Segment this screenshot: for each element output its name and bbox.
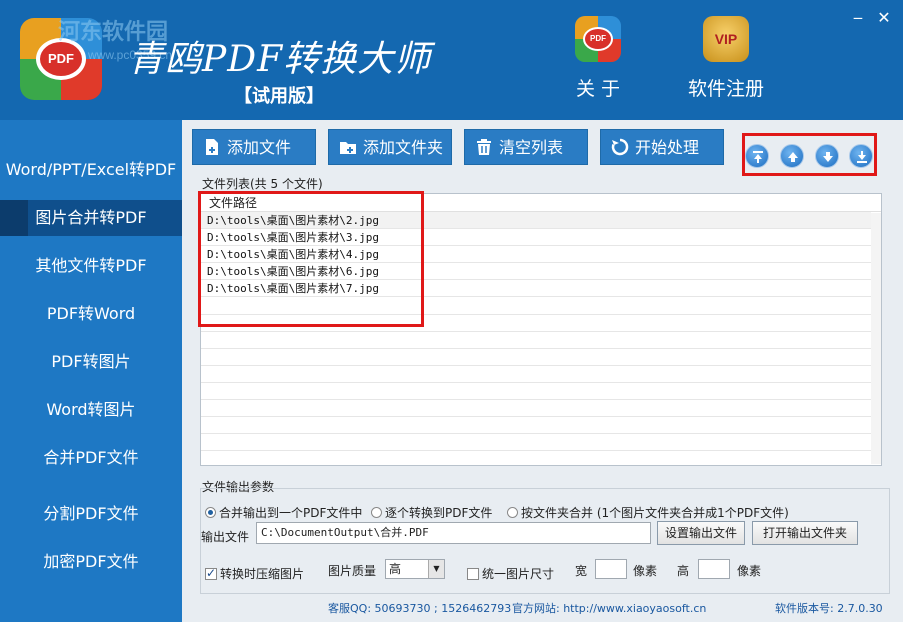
refresh-icon: [611, 138, 629, 156]
chevron-down-icon: ▼: [428, 560, 444, 578]
compress-checkbox[interactable]: 转换时压缩图片: [205, 565, 304, 582]
sidebar-item-pdf-to-word[interactable]: PDF转Word: [0, 296, 182, 332]
start-process-label: 开始处理: [635, 138, 700, 157]
quality-label: 图片质量: [328, 564, 377, 578]
width-input[interactable]: [595, 559, 627, 579]
add-file-button[interactable]: 添加文件: [192, 129, 316, 165]
sidebar-item-label: Word转图片: [46, 400, 136, 419]
trash-icon: [477, 139, 491, 155]
sidebar-item-label: PDF转Word: [46, 304, 136, 323]
order-controls: [742, 133, 877, 176]
checkbox-box: [205, 566, 217, 580]
add-file-label: 添加文件: [227, 138, 292, 157]
sidebar-item-pdf-to-image[interactable]: PDF转图片: [0, 344, 182, 380]
register-button[interactable]: VIP 软件注册: [676, 16, 776, 108]
add-folder-icon: [340, 142, 356, 154]
move-top-icon: [753, 151, 763, 163]
height-label: 高: [677, 564, 690, 578]
app-edition: 【试用版】: [234, 86, 324, 107]
clear-list-button[interactable]: 清空列表: [464, 129, 588, 165]
checkbox-box: [467, 568, 479, 580]
pdf-logo-icon: PDF: [575, 16, 621, 62]
register-label: 软件注册: [687, 78, 764, 100]
sidebar-item-other-to-pdf[interactable]: 其他文件转PDF: [0, 248, 182, 284]
unify-size-label: 统一图片尺寸: [482, 567, 555, 581]
close-button[interactable]: ✕: [874, 8, 894, 27]
sidebar-item-word-to-image[interactable]: Word转图片: [0, 392, 182, 428]
clear-list-label: 清空列表: [499, 138, 564, 157]
arrow-down-icon: [823, 152, 833, 162]
title-bar: PDF 河东软件园 www.pc0359.cn 青鸥PDF转换大师 【试用版】 …: [0, 0, 903, 120]
add-folder-label: 添加文件夹: [363, 138, 444, 157]
website-link[interactable]: 官方网站: http://www.xiaoyaosoft.cn: [512, 600, 706, 616]
status-bar: 客服QQ: 50693730 ; 1526462793 官方网站: http:/…: [182, 597, 903, 619]
sidebar-item-office-to-pdf[interactable]: Word/PPT/Excel转PDF: [0, 152, 182, 188]
sidebar: Word/PPT/Excel转PDF 图片合并转PDF 其他文件转PDF PDF…: [0, 120, 182, 622]
about-icon-text: PDF: [583, 27, 613, 51]
move-up-button[interactable]: [780, 144, 804, 168]
height-input[interactable]: [698, 559, 730, 579]
highlight-box: [198, 191, 424, 327]
add-file-icon: [206, 139, 218, 155]
version-text: 软件版本号: 2.7.0.30: [775, 602, 883, 615]
support-qq: 客服QQ: 50693730 ; 1526462793: [328, 602, 512, 615]
pixel-label: 像素: [737, 564, 762, 578]
quality-value: 高: [389, 562, 402, 576]
open-output-folder-button[interactable]: 打开输出文件夹: [752, 521, 858, 545]
move-bottom-button[interactable]: [849, 144, 873, 168]
sidebar-item-label: 合并PDF文件: [43, 448, 139, 467]
radio-dot: [371, 507, 382, 518]
sidebar-item-merge-pdf[interactable]: 合并PDF文件: [0, 440, 182, 476]
quality-select[interactable]: 高 ▼: [385, 559, 445, 579]
pixel-label: 像素: [633, 564, 658, 578]
add-folder-button[interactable]: 添加文件夹: [328, 129, 452, 165]
sidebar-item-label: 图片合并转PDF: [35, 208, 147, 227]
minimize-button[interactable]: ‒: [848, 8, 868, 27]
output-file-label: 输出文件: [201, 530, 250, 544]
app-title: 青鸥PDF转换大师: [128, 39, 432, 80]
move-down-button[interactable]: [815, 144, 839, 168]
vip-crown-icon: VIP: [703, 16, 749, 62]
convert-each-radio[interactable]: 逐个转换到PDF文件: [371, 504, 492, 521]
merge-single-radio[interactable]: 合并输出到一个PDF文件中: [205, 504, 362, 521]
sidebar-item-split-pdf[interactable]: 分割PDF文件: [0, 496, 182, 532]
sidebar-item-label: 分割PDF文件: [43, 504, 139, 523]
sidebar-item-encrypt-pdf[interactable]: 加密PDF文件: [0, 544, 182, 580]
width-label: 宽: [575, 564, 588, 578]
list-scrollbar[interactable]: [871, 213, 881, 464]
move-top-button[interactable]: [745, 144, 769, 168]
compress-label: 转换时压缩图片: [220, 567, 305, 581]
sidebar-item-label: PDF转图片: [51, 352, 131, 371]
file-list-caption: 文件列表(共 5 个文件): [202, 177, 323, 191]
start-process-button[interactable]: 开始处理: [600, 129, 724, 165]
sidebar-item-label: 其他文件转PDF: [35, 256, 147, 275]
move-bottom-icon: [857, 151, 867, 163]
output-path-field[interactable]: C:\DocumentOutput\合并.PDF: [256, 522, 651, 544]
arrow-up-icon: [788, 152, 798, 162]
convert-each-label: 逐个转换到PDF文件: [385, 506, 493, 520]
output-params-group: 合并输出到一个PDF文件中 逐个转换到PDF文件 按文件夹合并 (1个图片文件夹…: [200, 488, 890, 594]
sidebar-item-label: Word/PPT/Excel转PDF: [5, 160, 177, 179]
merge-single-label: 合并输出到一个PDF文件中: [219, 506, 363, 520]
sidebar-item-label: 加密PDF文件: [43, 552, 139, 571]
set-output-button[interactable]: 设置输出文件: [657, 521, 745, 545]
about-button[interactable]: PDF 关 于: [548, 16, 648, 108]
file-list[interactable]: 文件路径 D:\tools\桌面\图片素材\2.jpg D:\tools\桌面\…: [198, 191, 882, 466]
sidebar-item-images-to-pdf[interactable]: 图片合并转PDF: [0, 200, 182, 236]
radio-dot: [507, 507, 518, 518]
main-panel: 添加文件 添加文件夹 清空列表 开始处理 文件列表(共 5 个文件) 文件路径 …: [182, 120, 903, 622]
merge-by-folder-radio[interactable]: 按文件夹合并 (1个图片文件夹合并成1个PDF文件): [507, 504, 789, 521]
unify-size-checkbox[interactable]: 统一图片尺寸: [467, 565, 554, 582]
merge-by-folder-label: 按文件夹合并 (1个图片文件夹合并成1个PDF文件): [521, 506, 789, 520]
about-label: 关 于: [575, 78, 621, 100]
radio-dot: [205, 507, 216, 518]
